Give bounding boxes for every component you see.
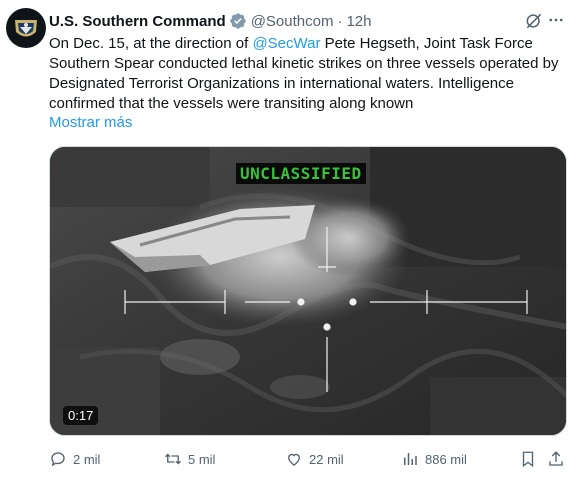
video-frame xyxy=(50,147,566,435)
southcom-seal-icon xyxy=(7,9,45,47)
views-button[interactable]: 886 mil xyxy=(401,450,467,468)
like-count: 22 mil xyxy=(309,451,344,467)
reply-button[interactable]: 2 mil xyxy=(49,450,100,468)
more-options-icon[interactable] xyxy=(546,10,566,30)
bookmark-icon[interactable] xyxy=(519,450,537,468)
video-player[interactable]: UNCLASSIFIED 0:17 xyxy=(49,146,567,436)
repost-icon xyxy=(165,453,181,465)
classification-label: UNCLASSIFIED xyxy=(236,163,366,184)
repost-count: 5 mil xyxy=(188,451,216,467)
views-count: 886 mil xyxy=(425,451,467,467)
tweet-header: U.S. Southern Command @Southcom · 12h xyxy=(49,11,570,31)
avatar[interactable] xyxy=(6,8,46,48)
verified-badge-icon xyxy=(229,12,247,30)
reply-count: 2 mil xyxy=(73,451,101,467)
tweet-text: On Dec. 15, at the direction of @SecWar … xyxy=(49,34,569,114)
author-name[interactable]: U.S. Southern Command xyxy=(49,13,226,30)
author-handle[interactable]: @Southcom xyxy=(251,13,334,30)
separator-dot: · xyxy=(337,12,343,30)
like-button[interactable]: 22 mil xyxy=(285,450,344,468)
tweet-actions: 2 mil 5 mil 22 mil 886 mil xyxy=(49,450,569,470)
share-icon[interactable] xyxy=(547,450,565,468)
show-more-link[interactable]: Mostrar más xyxy=(49,114,132,131)
views-icon xyxy=(404,453,417,465)
reply-icon xyxy=(51,452,65,467)
video-duration-badge: 0:17 xyxy=(63,406,99,425)
repost-button[interactable]: 5 mil xyxy=(164,450,215,468)
like-icon xyxy=(288,453,300,466)
tweet-text-part: On Dec. 15, at the direction of xyxy=(49,35,253,52)
grok-icon[interactable] xyxy=(524,11,544,31)
mention-link[interactable]: @SecWar xyxy=(252,35,320,52)
timestamp[interactable]: 12h xyxy=(346,13,371,30)
